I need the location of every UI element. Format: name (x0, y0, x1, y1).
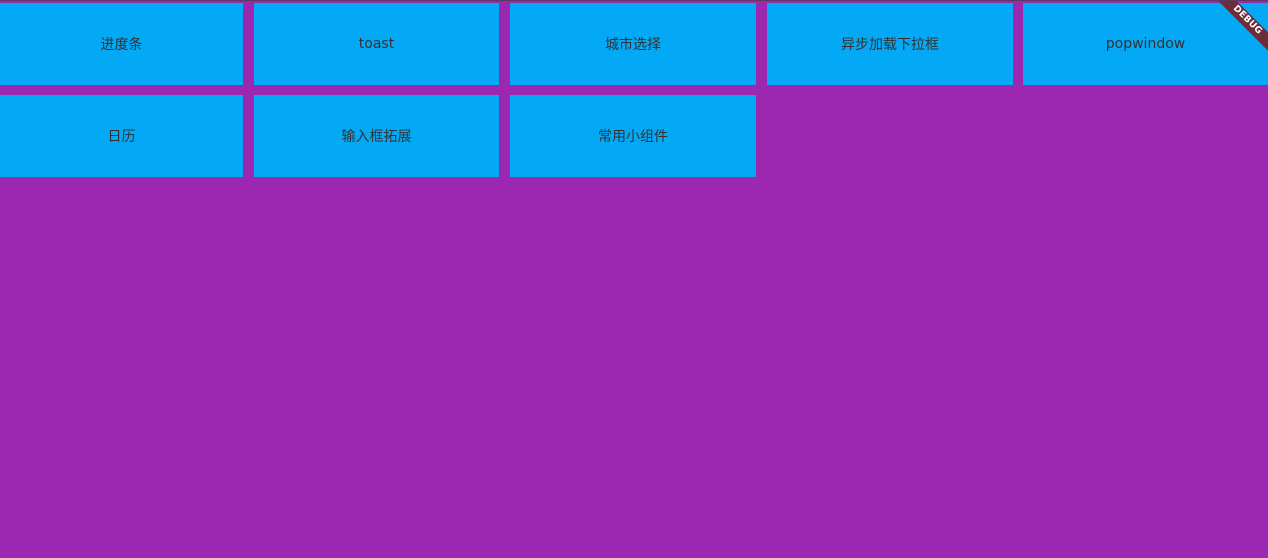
app-root: 进度条 toast 城市选择 异步加载下拉框 popwindow 日历 输入框拓… (0, 0, 1268, 558)
menu-item-label: 进度条 (100, 37, 143, 53)
menu-item-toast[interactable]: toast (254, 3, 499, 85)
menu-item-label: popwindow (1105, 36, 1186, 52)
menu-item-label: 日历 (107, 129, 136, 145)
menu-item-label: toast (358, 36, 395, 52)
menu-item-progress-bar[interactable]: 进度条 (0, 3, 243, 85)
menu-item-common-widgets[interactable]: 常用小组件 (510, 95, 756, 177)
menu-item-input-extension[interactable]: 输入框拓展 (254, 95, 499, 177)
menu-item-popwindow[interactable]: popwindow (1023, 3, 1268, 85)
menu-item-label: 常用小组件 (598, 129, 668, 145)
menu-item-async-dropdown[interactable]: 异步加载下拉框 (767, 3, 1013, 85)
menu-item-label: 城市选择 (605, 37, 661, 53)
menu-item-label: 异步加载下拉框 (841, 37, 939, 53)
menu-item-calendar[interactable]: 日历 (0, 95, 243, 177)
menu-item-label: 输入框拓展 (341, 129, 412, 145)
menu-item-city-picker[interactable]: 城市选择 (510, 3, 756, 85)
